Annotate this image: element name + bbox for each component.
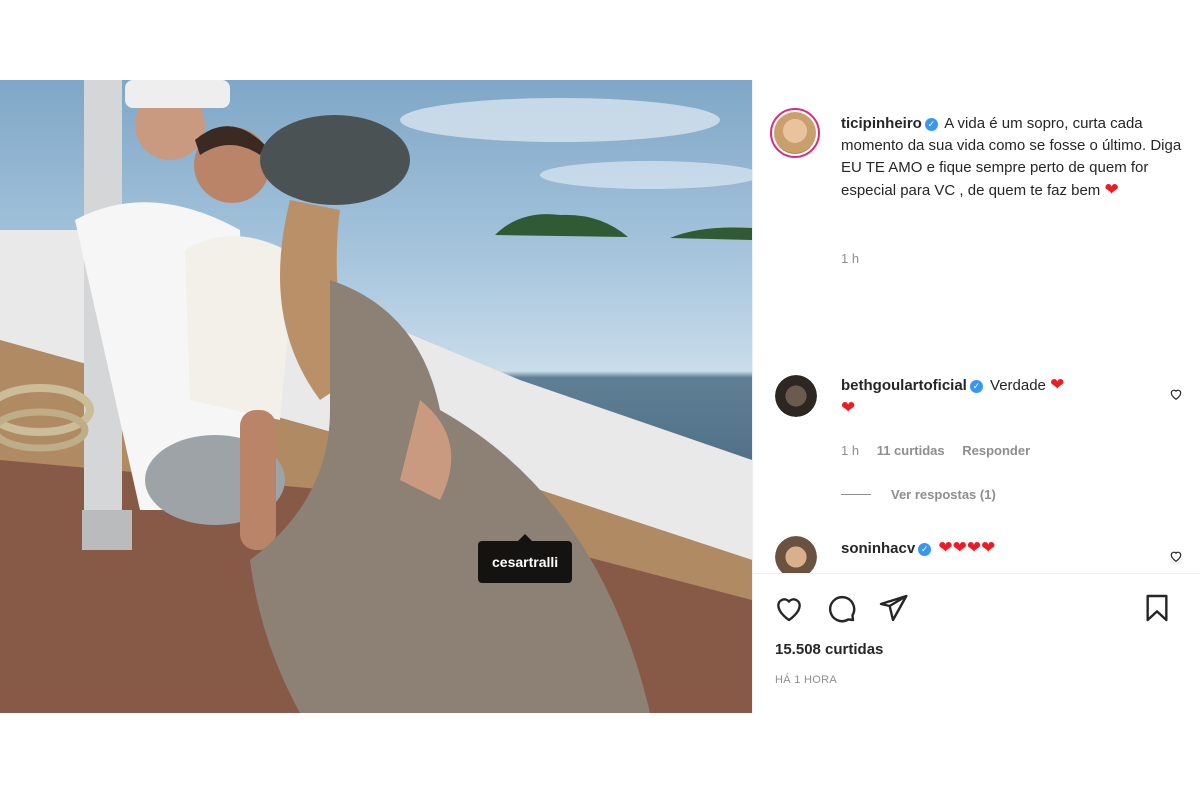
commenter-avatar[interactable] xyxy=(775,536,817,573)
caption: ticipinheiro ✓ A vida é um sopro, curta c… xyxy=(841,113,1186,202)
verified-badge-icon: ✓ xyxy=(918,543,932,556)
comment-username[interactable]: soninhacv xyxy=(841,540,915,557)
heart-emoji: ❤ xyxy=(1104,180,1119,199)
small-heart-icon[interactable] xyxy=(1169,549,1183,563)
user-tag[interactable]: cesartralli xyxy=(478,534,573,583)
comments-section[interactable]: ticipinheiro ✓ A vida é um sopro, curta c… xyxy=(753,80,1200,573)
small-heart-icon[interactable] xyxy=(1169,387,1183,401)
reply-button[interactable]: Responder xyxy=(962,443,1030,458)
verified-badge-icon: ✓ xyxy=(924,118,938,131)
caption-time[interactable]: 1 h xyxy=(841,251,859,266)
verified-badge-icon: ✓ xyxy=(969,380,983,393)
comment-bubble-icon[interactable] xyxy=(825,592,857,624)
heart-emoji: ❤ xyxy=(841,398,856,417)
heart-outline-icon[interactable] xyxy=(773,592,805,624)
commenter-avatar[interactable] xyxy=(775,375,817,417)
post-time[interactable]: HÁ 1 HORA xyxy=(775,674,837,686)
instagram-post: cesartralli ticipinheiro ✓ A vida é um so… xyxy=(0,80,1200,713)
heart-emoji: ❤ xyxy=(1050,375,1065,394)
comment-meta: 1 h 11 curtidas Responder xyxy=(841,443,1030,458)
author-avatar[interactable] xyxy=(770,108,820,158)
view-replies[interactable]: Ver respostas (1) xyxy=(841,487,996,502)
view-replies-label[interactable]: Ver respostas (1) xyxy=(891,487,996,502)
comment-time[interactable]: 1 h xyxy=(841,443,859,458)
paper-plane-icon[interactable] xyxy=(877,592,909,624)
heart-emoji: ❤❤❤❤ xyxy=(938,538,996,557)
comment: bethgoulartoficial ✓ Verdade ❤ ❤ xyxy=(841,374,1151,420)
bookmark-icon[interactable] xyxy=(1141,592,1173,624)
comment-username[interactable]: bethgoulartoficial xyxy=(841,377,967,394)
comment-text: Verdade xyxy=(990,377,1046,394)
comment-likes[interactable]: 11 curtidas xyxy=(877,443,945,458)
photo-illustration xyxy=(0,80,752,713)
post-photo[interactable]: cesartralli xyxy=(0,80,752,713)
caption-username[interactable]: ticipinheiro xyxy=(841,115,922,132)
post-actions: 15.508 curtidas HÁ 1 HORA xyxy=(753,573,1200,713)
post-side-panel: ticipinheiro ✓ A vida é um sopro, curta c… xyxy=(752,80,1200,713)
comment: soninhacv ✓ ❤❤❤❤ xyxy=(841,537,1151,560)
replies-divider xyxy=(841,494,871,495)
likes-count[interactable]: 15.508 curtidas xyxy=(775,641,883,658)
